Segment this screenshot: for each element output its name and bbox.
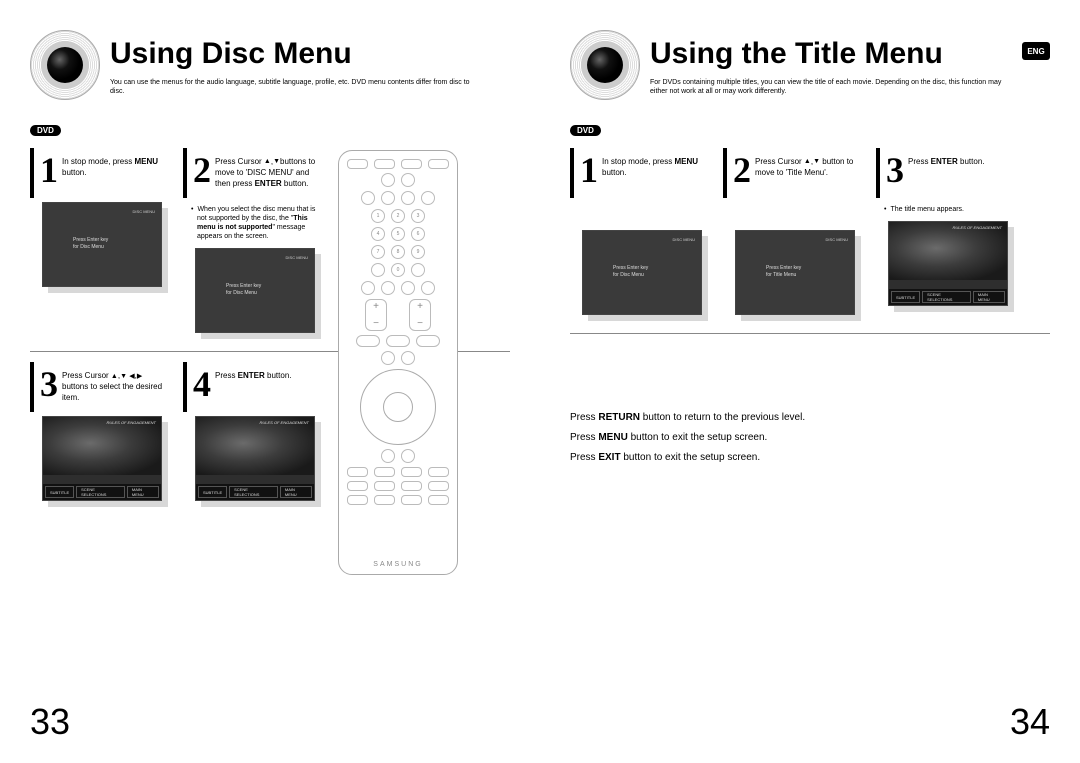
speaker-icon <box>30 30 100 100</box>
remote-illustration: 123 456 789 0 +− +− SAMSUNG <box>338 150 458 575</box>
cursor-pad-icon <box>360 369 436 445</box>
step-number: 4 <box>193 368 211 400</box>
brand-label: SAMSUNG <box>339 561 457 568</box>
page-subtitle: For DVDs containing multiple titles, you… <box>650 78 1020 96</box>
step-text: In stop mode, press MENU button. <box>602 154 709 179</box>
language-badge: ENG <box>1022 42 1050 60</box>
step-note: The title menu appears. <box>876 202 1021 217</box>
step-text: Press Cursor ▲,▼buttons to move to 'DISC… <box>215 154 322 189</box>
step-text: In stop mode, press MENU button. <box>62 154 169 179</box>
page-title: Using the Title Menu <box>650 37 943 71</box>
footer-line-exit: Press EXIT button to exit the setup scre… <box>570 448 1050 468</box>
step-number: 3 <box>40 368 58 400</box>
page-subtitle: You can use the menus for the audio lang… <box>110 78 480 96</box>
manual-page-33: Using Disc Menu You can use the menus fo… <box>0 0 540 763</box>
step-3: 3 Press Cursor ▲,▼ ◀,▶ buttons to select… <box>30 362 175 511</box>
step-text: Press ENTER button. <box>908 154 984 168</box>
page-number: 33 <box>30 701 70 743</box>
step-1: 1 In stop mode, press MENU button. DISC … <box>30 148 175 343</box>
step-number: 1 <box>40 154 58 186</box>
step-text: Press ENTER button. <box>215 368 291 382</box>
step-number: 2 <box>733 154 751 186</box>
step-2: 2 Press Cursor ▲,▼buttons to move to 'DI… <box>183 148 328 343</box>
step-text: Press Cursor ▲,▼ ◀,▶ buttons to select t… <box>62 368 169 403</box>
page-title: Using Disc Menu <box>110 37 352 71</box>
steps-row: 1 In stop mode, press MENU button. DISC … <box>570 148 1050 325</box>
step-4: 4 Press ENTER button. RULES OF ENGAGEMEN… <box>183 362 328 511</box>
speaker-icon <box>570 30 640 100</box>
step-2: 2 Press Cursor ▲,▼ button to move to 'Ti… <box>723 148 868 325</box>
page-header: Using Disc Menu You can use the menus fo… <box>30 30 510 100</box>
tv-screenshot: DISC MENU Press Enter keyfor Disc Menu <box>195 248 315 333</box>
tv-screenshot: DISC MENU Press Enter keyfor Disc Menu <box>582 230 702 315</box>
step-number: 3 <box>886 154 904 186</box>
step-text: Press Cursor ▲,▼ button to move to 'Titl… <box>755 154 862 179</box>
step-note: When you select the disc menu that is no… <box>183 202 328 244</box>
dvd-badge: DVD <box>570 125 601 136</box>
page-number: 34 <box>1010 701 1050 743</box>
footer-instructions: Press RETURN button to return to the pre… <box>570 408 1050 468</box>
tv-screenshot-movie: RULES OF ENGAGEMENT SUBTITLE SCENE SELEC… <box>888 221 1008 306</box>
manual-page-34: Using the Title Menu For DVDs containing… <box>540 0 1080 763</box>
footer-line-menu: Press MENU button to exit the setup scre… <box>570 428 1050 448</box>
dvd-badge: DVD <box>30 125 61 136</box>
page-header: Using the Title Menu For DVDs containing… <box>570 30 1050 100</box>
step-1: 1 In stop mode, press MENU button. DISC … <box>570 148 715 325</box>
step-3: 3 Press ENTER button. The title menu app… <box>876 148 1021 325</box>
tv-screenshot: DISC MENU Press Enter keyfor Disc Menu <box>42 202 162 287</box>
step-number: 1 <box>580 154 598 186</box>
step-number: 2 <box>193 154 211 186</box>
tv-screenshot-movie: RULES OF ENGAGEMENT SUBTITLE SCENE SELEC… <box>42 416 162 501</box>
tv-screenshot-movie: RULES OF ENGAGEMENT SUBTITLE SCENE SELEC… <box>195 416 315 501</box>
tv-screenshot: DISC MENU Press Enter keyfor Title Menu <box>735 230 855 315</box>
footer-line-return: Press RETURN button to return to the pre… <box>570 408 1050 428</box>
